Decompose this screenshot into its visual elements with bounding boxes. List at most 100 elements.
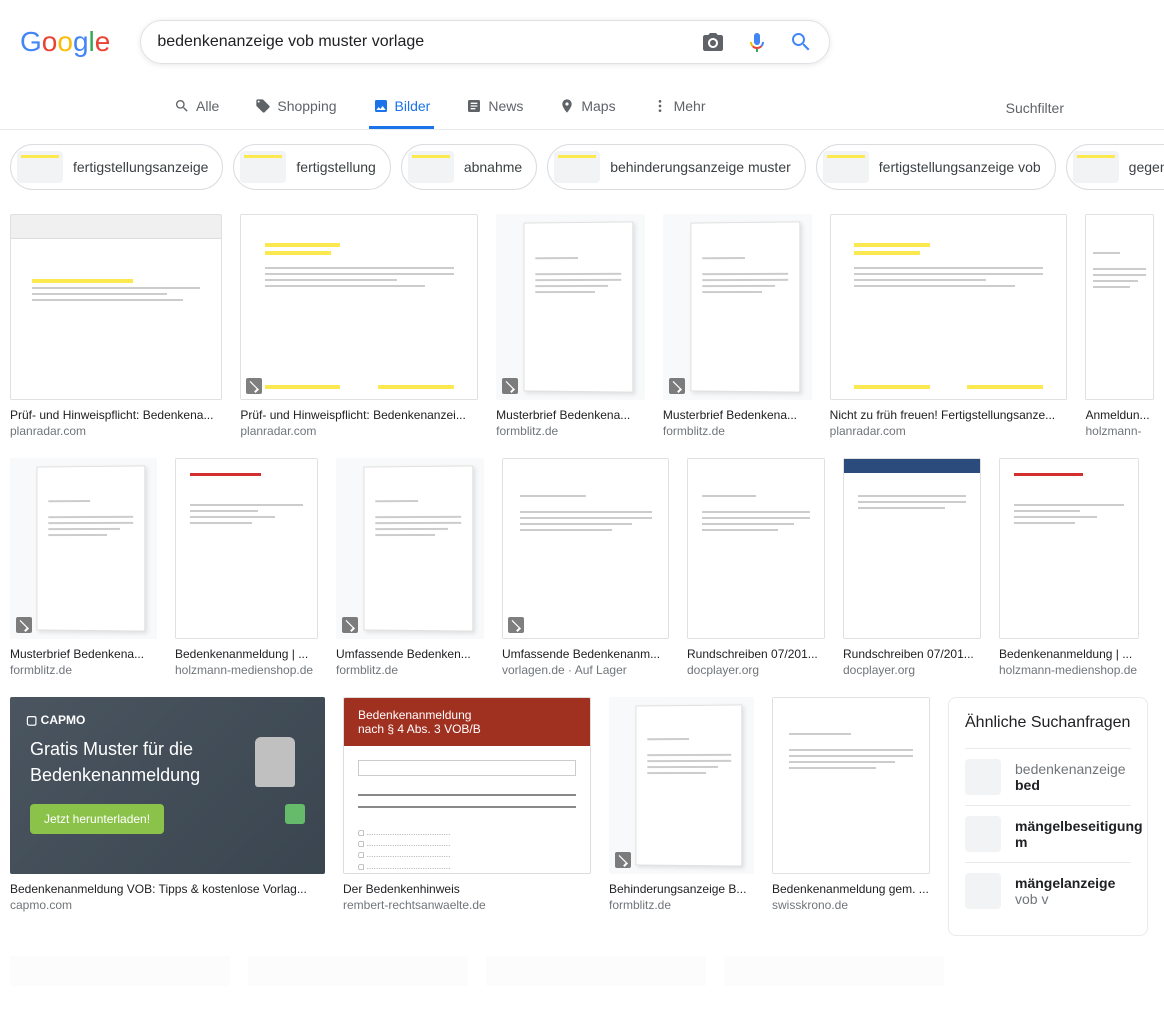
product-badge-icon	[669, 378, 685, 394]
result-title: Musterbrief Bedenkena...	[10, 647, 157, 661]
related-item[interactable]: mängelbeseitigung m	[965, 805, 1131, 862]
camera-icon[interactable]	[701, 30, 725, 54]
result-title: Bedenkenanmeldung VOB: Tipps & kostenlos…	[10, 882, 325, 896]
result-thumbnail	[10, 214, 222, 400]
result-thumbnail	[10, 458, 157, 639]
image-result[interactable]: ▢ CAPMOGratis Muster für die Bedenkenanm…	[10, 697, 325, 936]
chip-label: behinderungsanzeige muster	[610, 159, 791, 175]
header: Google	[0, 0, 1164, 64]
related-item[interactable]: mängelanzeige vob v	[965, 862, 1131, 919]
chip-thumb	[408, 151, 454, 183]
microphone-icon[interactable]	[745, 30, 769, 54]
result-source: planradar.com	[240, 424, 478, 438]
result-title: Anmeldun...	[1085, 408, 1154, 422]
google-logo[interactable]: Google	[20, 26, 110, 58]
result-source: rembert-rechtsanwaelte.de	[343, 898, 591, 912]
result-title: Umfassende Bedenkenanm...	[502, 647, 669, 661]
result-title: Prüf- und Hinweispflicht: Bedenkenanzei.…	[240, 408, 478, 422]
image-result[interactable]: Prüf- und Hinweispflicht: Bedenkena... pl…	[10, 214, 222, 438]
image-result[interactable]: Musterbrief Bedenkena... formblitz.de	[663, 214, 812, 438]
news-icon	[466, 98, 482, 114]
image-result[interactable]: Umfassende Bedenken...formblitz.de	[336, 458, 484, 677]
related-label: mängelanzeige vob v	[1015, 875, 1131, 907]
search-icon	[174, 98, 190, 114]
image-icon	[373, 98, 389, 114]
tab-label: Bilder	[395, 98, 431, 114]
result-source: vorlagen.de · Auf Lager	[502, 663, 669, 677]
result-source: formblitz.de	[663, 424, 812, 438]
image-result[interactable]: Prüf- und Hinweispflicht: Bedenkenanzei.…	[240, 214, 478, 438]
result-title: Bedenkenanmeldung | ...	[175, 647, 318, 661]
image-result[interactable]: Umfassende Bedenkenanm... vorlagen.de · A…	[502, 458, 669, 677]
more-icon	[652, 98, 668, 114]
chip-thumb	[1073, 151, 1119, 183]
tab-bilder[interactable]: Bilder	[369, 86, 435, 129]
result-thumbnail	[502, 458, 669, 639]
result-thumbnail: Bedenkenanmeldungnach § 4 Abs. 3 VOB/B▢ …	[343, 697, 591, 874]
banner-button: Jetzt herunterladen!	[30, 804, 164, 834]
result-thumbnail: ▢ CAPMOGratis Muster für die Bedenkenanm…	[10, 697, 325, 874]
filter-chip[interactable]: fertigstellung	[233, 144, 390, 190]
image-result[interactable]: Bedenkenanmeldung | ...holzmann-mediensh…	[175, 458, 318, 677]
result-title: Rundschreiben 07/201...	[843, 647, 981, 661]
tab-label: Shopping	[277, 98, 336, 114]
product-badge-icon	[502, 378, 518, 394]
result-thumbnail	[1085, 214, 1154, 400]
image-result[interactable]: Bedenkenanmeldung gem. ...swisskrono.de	[772, 697, 930, 936]
result-title: Musterbrief Bedenkena...	[663, 408, 812, 422]
tab-label: Mehr	[674, 98, 706, 114]
result-thumbnail	[687, 458, 825, 639]
filter-chip[interactable]: gegen a	[1066, 144, 1164, 190]
filter-chip[interactable]: behinderungsanzeige muster	[547, 144, 806, 190]
result-source: formblitz.de	[10, 663, 157, 677]
chip-label: fertigstellung	[296, 159, 375, 175]
result-source: planradar.com	[10, 424, 222, 438]
result-thumbnail	[336, 458, 484, 639]
result-source: docplayer.org	[687, 663, 825, 677]
filter-chip[interactable]: abnahme	[401, 144, 537, 190]
tab-mehr[interactable]: Mehr	[648, 86, 710, 129]
result-thumbnail	[609, 697, 754, 874]
search-icon[interactable]	[789, 30, 813, 54]
image-result[interactable]: Rundschreiben 07/201... docplayer.org	[687, 458, 825, 677]
result-title: Behinderungsanzeige B...	[609, 882, 754, 896]
image-result[interactable]: Musterbrief Bedenkena... formblitz.de	[10, 458, 157, 677]
tab-news[interactable]: News	[462, 86, 527, 129]
result-title: Nicht zu früh freuen! Fertigstellungsanz…	[830, 408, 1068, 422]
result-thumbnail	[999, 458, 1139, 639]
result-title: Prüf- und Hinweispflicht: Bedenkena...	[10, 408, 222, 422]
image-result[interactable]: Rundschreiben 07/201...docplayer.org	[843, 458, 981, 677]
image-grid: Prüf- und Hinweispflicht: Bedenkena... pl…	[0, 204, 1164, 1016]
related-item[interactable]: bedenkenanzeige bed	[965, 748, 1131, 805]
chip-thumb	[554, 151, 600, 183]
result-thumbnail	[830, 214, 1068, 400]
tab-shopping[interactable]: Shopping	[251, 86, 340, 129]
search-input[interactable]	[157, 33, 701, 51]
tab-label: Maps	[581, 98, 615, 114]
image-result[interactable]: Anmeldun...holzmann-	[1085, 214, 1154, 438]
result-title: Bedenkenanmeldung | ...	[999, 647, 1139, 661]
result-thumbnail	[772, 697, 930, 874]
filter-chip[interactable]: fertigstellungsanzeige	[10, 144, 223, 190]
filter-chips: fertigstellungsanzeige fertigstellung abna…	[0, 130, 1164, 204]
image-result[interactable]: Nicht zu früh freuen! Fertigstellungsanz…	[830, 214, 1068, 438]
filter-chip[interactable]: fertigstellungsanzeige vob	[816, 144, 1056, 190]
image-result[interactable]: Behinderungsanzeige B...formblitz.de	[609, 697, 754, 936]
nav-tabs: Alle Shopping Bilder News Maps Mehr Suchfilte…	[0, 86, 1164, 130]
result-title: Rundschreiben 07/201...	[687, 647, 825, 661]
related-label: bedenkenanzeige bed	[1015, 761, 1131, 793]
result-title: Der Bedenkenhinweis	[343, 882, 591, 896]
tab-alle[interactable]: Alle	[170, 86, 223, 129]
result-thumbnail	[843, 458, 981, 639]
image-result[interactable]: Bedenkenanmeldung | ...holzmann-mediensh…	[999, 458, 1139, 677]
image-result[interactable]: Musterbrief Bedenkena...formblitz.de	[496, 214, 645, 438]
banner-logo: ▢ CAPMO	[26, 713, 85, 727]
related-thumb	[965, 816, 1001, 852]
related-thumb	[965, 873, 1001, 909]
search-filter[interactable]: Suchfilter	[1006, 100, 1064, 116]
tab-maps[interactable]: Maps	[555, 86, 619, 129]
chip-label: abnahme	[464, 159, 522, 175]
search-bar[interactable]	[140, 20, 830, 64]
image-result[interactable]: Bedenkenanmeldungnach § 4 Abs. 3 VOB/B▢ …	[343, 697, 591, 936]
result-source: formblitz.de	[336, 663, 484, 677]
